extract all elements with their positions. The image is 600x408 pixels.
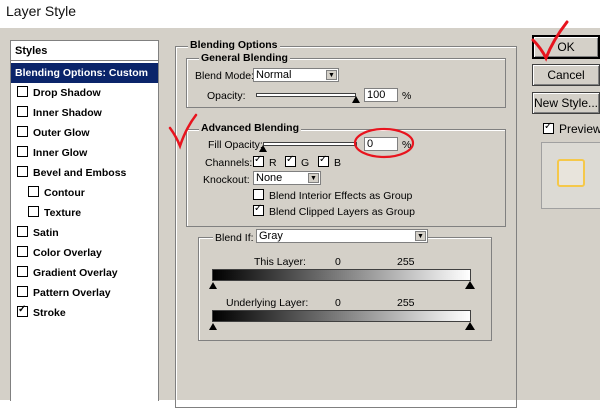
style-checkbox[interactable] bbox=[17, 286, 28, 297]
style-checkbox[interactable] bbox=[17, 266, 28, 277]
this-layer-max: 255 bbox=[397, 256, 415, 268]
blend-mode-label: Blend Mode: bbox=[195, 70, 254, 82]
underlying-layer-max: 255 bbox=[397, 297, 415, 309]
this-layer-gradient bbox=[212, 269, 471, 281]
general-blending-title: General Blending bbox=[199, 52, 290, 64]
blend-mode-select[interactable]: Normal ▼ bbox=[253, 68, 339, 82]
style-checkbox[interactable] bbox=[17, 146, 28, 157]
fill-opacity-input[interactable]: 0 bbox=[364, 137, 398, 151]
style-item-pattern-overlay[interactable]: Pattern Overlay bbox=[11, 283, 158, 303]
channel-r[interactable]: R bbox=[253, 154, 277, 169]
style-item-inner-glow[interactable]: Inner Glow bbox=[11, 143, 158, 163]
knockout-label: Knockout: bbox=[203, 174, 250, 186]
style-item-blending-options-custom[interactable]: Blending Options: Custom bbox=[11, 63, 158, 83]
channel-g-checkbox[interactable] bbox=[285, 154, 296, 167]
blend-clipped-option[interactable]: Blend Clipped Layers as Group bbox=[253, 203, 415, 218]
fill-opacity-slider[interactable] bbox=[263, 142, 357, 146]
this-layer-label: This Layer: bbox=[254, 256, 306, 268]
underlying-layer-white-slider[interactable] bbox=[465, 322, 475, 330]
blend-if-value: Gray bbox=[259, 230, 283, 242]
opacity-unit: % bbox=[402, 90, 412, 102]
underlying-layer-label: Underlying Layer: bbox=[226, 297, 309, 309]
style-item-texture[interactable]: Texture bbox=[11, 203, 158, 223]
blend-if-group bbox=[198, 237, 492, 341]
style-item-label: Bevel and Emboss bbox=[33, 167, 127, 179]
blend-if-label: Blend If: bbox=[213, 232, 256, 244]
style-item-color-overlay[interactable]: Color Overlay bbox=[11, 243, 158, 263]
opacity-slider-thumb[interactable] bbox=[352, 96, 360, 103]
style-item-label: Contour bbox=[44, 187, 85, 199]
chevron-down-icon: ▼ bbox=[326, 70, 337, 80]
chevron-down-icon: ▼ bbox=[415, 231, 426, 241]
this-layer-min: 0 bbox=[335, 256, 341, 268]
chevron-down-icon: ▼ bbox=[308, 173, 319, 183]
style-item-label: Blending Options: Custom bbox=[15, 67, 148, 79]
style-item-drop-shadow[interactable]: Drop Shadow bbox=[11, 83, 158, 103]
channel-r-checkbox[interactable] bbox=[253, 154, 264, 167]
underlying-layer-min: 0 bbox=[335, 297, 341, 309]
ok-button[interactable]: OK bbox=[532, 35, 600, 59]
channel-b[interactable]: B bbox=[318, 154, 341, 169]
blend-clipped-checkbox[interactable] bbox=[253, 203, 264, 216]
style-item-label: Inner Glow bbox=[33, 147, 88, 159]
underlying-layer-gradient bbox=[212, 310, 471, 322]
style-item-gradient-overlay[interactable]: Gradient Overlay bbox=[11, 263, 158, 283]
style-item-label: Stroke bbox=[33, 307, 66, 319]
fill-opacity-slider-thumb[interactable] bbox=[259, 145, 267, 152]
preview-option[interactable]: Preview bbox=[543, 121, 600, 136]
style-item-label: Outer Glow bbox=[33, 127, 90, 139]
style-checkbox[interactable] bbox=[17, 304, 28, 317]
channels-label: Channels: bbox=[205, 157, 253, 169]
advanced-blending-title: Advanced Blending bbox=[199, 122, 302, 134]
knockout-value: None bbox=[256, 172, 283, 184]
blend-if-select[interactable]: Gray ▼ bbox=[256, 229, 428, 243]
style-item-inner-shadow[interactable]: Inner Shadow bbox=[11, 103, 158, 123]
channel-b-checkbox[interactable] bbox=[318, 154, 329, 167]
blend-interior-option[interactable]: Blend Interior Effects as Group bbox=[253, 189, 412, 202]
underlying-layer-black-slider[interactable] bbox=[209, 323, 217, 330]
fill-opacity-label: Fill Opacity: bbox=[208, 139, 263, 151]
channel-g[interactable]: G bbox=[285, 154, 309, 169]
opacity-slider[interactable] bbox=[256, 93, 356, 97]
new-style-button[interactable]: New Style... bbox=[532, 92, 600, 114]
style-checkbox[interactable] bbox=[17, 226, 28, 237]
knockout-select[interactable]: None ▼ bbox=[253, 171, 321, 185]
style-item-satin[interactable]: Satin bbox=[11, 223, 158, 243]
preview-checkbox[interactable] bbox=[543, 121, 554, 134]
style-item-label: Color Overlay bbox=[33, 247, 102, 259]
style-checkbox[interactable] bbox=[17, 106, 28, 117]
fill-opacity-unit: % bbox=[402, 139, 412, 151]
style-checkbox[interactable] bbox=[28, 186, 39, 197]
styles-header[interactable]: Styles bbox=[11, 41, 158, 61]
this-layer-black-slider[interactable] bbox=[209, 282, 217, 289]
style-item-label: Pattern Overlay bbox=[33, 287, 111, 299]
blending-options-title: Blending Options bbox=[188, 39, 280, 51]
styles-list: Styles Blending Options: Custom Drop Shad… bbox=[10, 40, 159, 401]
style-item-bevel-and-emboss[interactable]: Bevel and Emboss bbox=[11, 163, 158, 183]
preview-thumbnail bbox=[541, 142, 600, 209]
style-item-outer-glow[interactable]: Outer Glow bbox=[11, 123, 158, 143]
style-checkbox[interactable] bbox=[28, 206, 39, 217]
opacity-label: Opacity: bbox=[207, 90, 246, 102]
preview-swatch bbox=[557, 159, 585, 187]
window-title: Layer Style bbox=[6, 3, 77, 19]
blend-interior-checkbox[interactable] bbox=[253, 189, 264, 200]
style-item-label: Texture bbox=[44, 207, 82, 219]
opacity-input[interactable]: 100 bbox=[364, 88, 398, 102]
blend-mode-value: Normal bbox=[256, 69, 292, 81]
style-item-contour[interactable]: Contour bbox=[11, 183, 158, 203]
cancel-button[interactable]: Cancel bbox=[532, 64, 600, 86]
style-item-stroke[interactable]: Stroke bbox=[11, 303, 158, 323]
style-checkbox[interactable] bbox=[17, 126, 28, 137]
style-item-label: Inner Shadow bbox=[33, 107, 102, 119]
this-layer-white-slider[interactable] bbox=[465, 281, 475, 289]
style-item-label: Drop Shadow bbox=[33, 87, 101, 99]
style-item-label: Gradient Overlay bbox=[33, 267, 118, 279]
style-checkbox[interactable] bbox=[17, 86, 28, 97]
style-checkbox[interactable] bbox=[17, 246, 28, 257]
style-item-label: Satin bbox=[33, 227, 59, 239]
style-checkbox[interactable] bbox=[17, 166, 28, 177]
